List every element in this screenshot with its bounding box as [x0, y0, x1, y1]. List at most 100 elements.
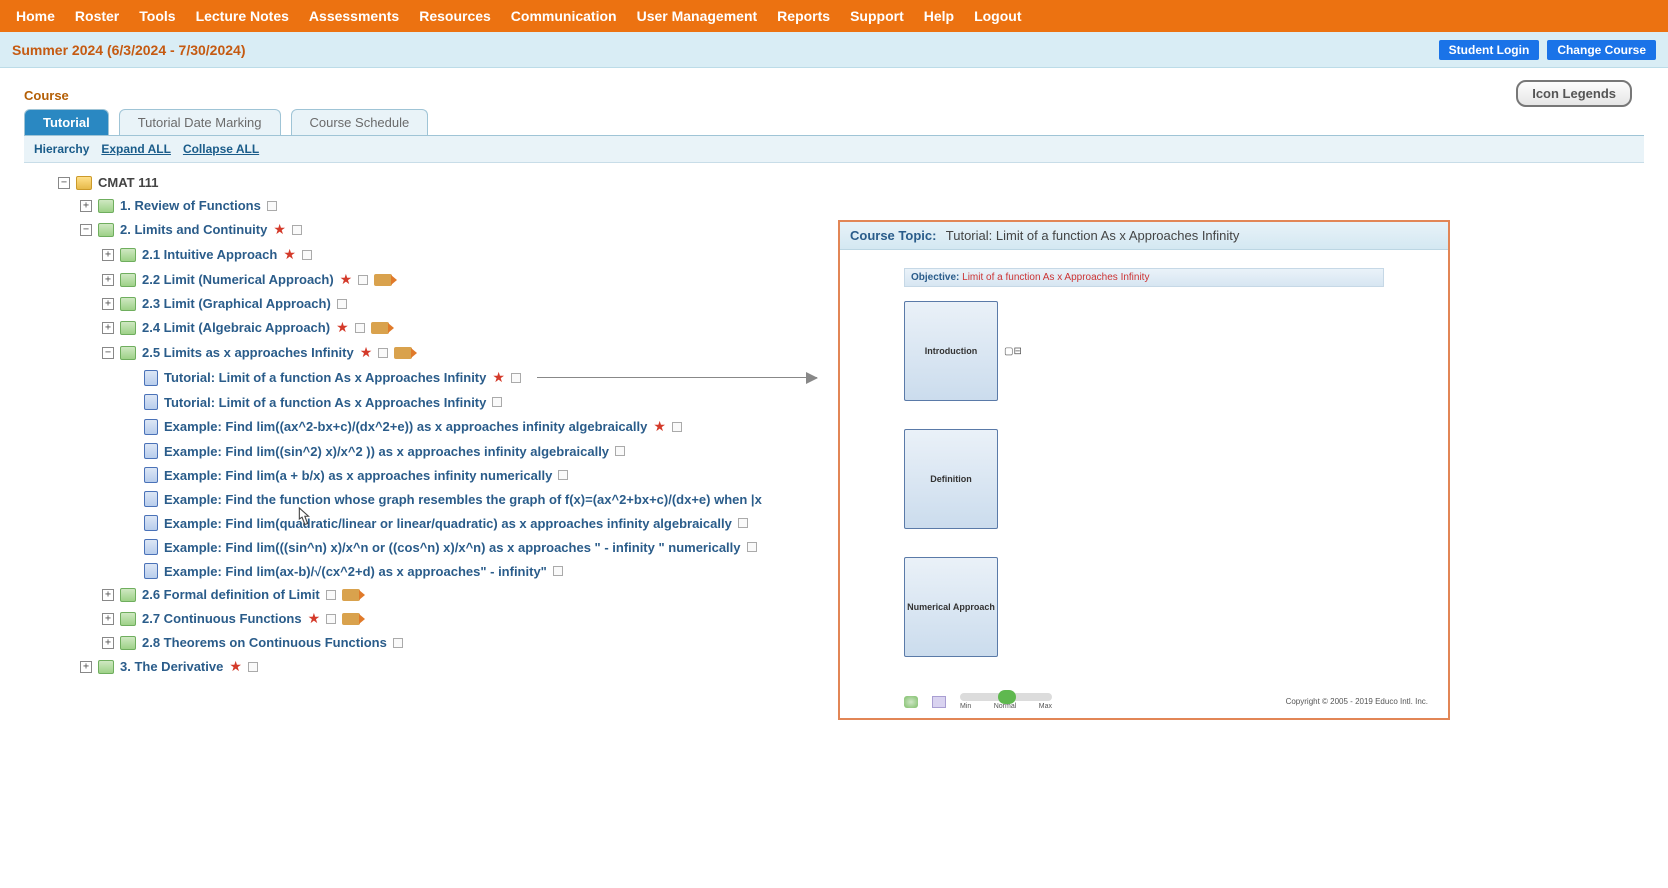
nav-roster[interactable]: Roster	[67, 2, 127, 30]
checkbox-icon[interactable]	[358, 275, 368, 285]
checkbox-icon[interactable]	[267, 201, 277, 211]
tree-node-label[interactable]: 2.4 Limit (Algebraic Approach)	[142, 320, 330, 335]
expand-icon[interactable]: +	[102, 298, 114, 310]
panel-footer: Min Normal Max Copyright © 2005 - 2019 E…	[904, 693, 1428, 710]
star-icon: ★	[360, 344, 373, 361]
collapse-icon[interactable]: −	[80, 224, 92, 236]
student-login-button[interactable]: Student Login	[1439, 40, 1540, 60]
font-size-slider[interactable]: Min Normal Max	[960, 693, 1052, 710]
star-icon: ★	[653, 418, 666, 435]
document-icon	[144, 491, 158, 507]
print-icon[interactable]	[904, 696, 918, 708]
video-icon[interactable]	[342, 589, 360, 601]
tabs: Tutorial Tutorial Date Marking Course Sc…	[24, 109, 1644, 136]
tree-doc-label[interactable]: Example: Find lim(a + b/x) as x approach…	[164, 468, 552, 483]
folder-icon	[98, 660, 114, 674]
nav-reports[interactable]: Reports	[769, 2, 838, 30]
tree-node-label[interactable]: 2.7 Continuous Functions	[142, 611, 302, 626]
top-nav: Home Roster Tools Lecture Notes Assessme…	[0, 0, 1668, 32]
expand-icon[interactable]: +	[102, 589, 114, 601]
tree-node-label[interactable]: 2.1 Intuitive Approach	[142, 247, 277, 262]
video-icon[interactable]	[394, 347, 412, 359]
tree-doc-label[interactable]: Tutorial: Limit of a function As x Appro…	[164, 395, 486, 410]
tree-doc-label[interactable]: Tutorial: Limit of a function As x Appro…	[164, 370, 486, 385]
checkbox-icon[interactable]	[248, 662, 258, 672]
change-course-button[interactable]: Change Course	[1547, 40, 1656, 60]
tree-node-label[interactable]: 2.5 Limits as x approaches Infinity	[142, 345, 354, 360]
nav-communication[interactable]: Communication	[503, 2, 625, 30]
expand-icon[interactable]: +	[80, 661, 92, 673]
tree-doc-label[interactable]: Example: Find lim(quadratic/linear or li…	[164, 516, 732, 531]
checkbox-icon[interactable]	[511, 373, 521, 383]
expand-icon[interactable]: +	[80, 200, 92, 212]
tree-doc-label[interactable]: Example: Find lim(ax-b)/√(cx^2+d) as x a…	[164, 564, 547, 579]
expand-all-link[interactable]: Expand ALL	[101, 142, 171, 156]
tree-doc-label[interactable]: Example: Find lim((ax^2-bx+c)/(dx^2+e)) …	[164, 419, 647, 434]
tree-node-label[interactable]: 2.8 Theorems on Continuous Functions	[142, 635, 387, 650]
expand-icon[interactable]: +	[102, 322, 114, 334]
nav-user-management[interactable]: User Management	[629, 2, 766, 30]
checkbox-icon[interactable]	[337, 299, 347, 309]
checkbox-icon[interactable]	[672, 422, 682, 432]
checkbox-icon[interactable]	[747, 542, 757, 552]
tree-doc-label[interactable]: Example: Find lim((sin^2) x)/x^2 )) as x…	[164, 444, 609, 459]
content-area: Icon Legends Course Tutorial Tutorial Da…	[0, 68, 1668, 719]
checkbox-icon[interactable]	[355, 323, 365, 333]
tree-doc-label[interactable]: Example: Find the function whose graph r…	[164, 492, 762, 507]
folder-icon	[98, 199, 114, 213]
checkbox-icon[interactable]	[292, 225, 302, 235]
hierarchy-label: Hierarchy	[34, 142, 89, 156]
checkbox-icon[interactable]	[326, 614, 336, 624]
nav-help[interactable]: Help	[916, 2, 962, 30]
checkbox-icon[interactable]	[553, 566, 563, 576]
tree-node-label[interactable]: 3. The Derivative	[120, 659, 223, 674]
icon-legends-button[interactable]: Icon Legends	[1516, 80, 1632, 107]
nav-logout[interactable]: Logout	[966, 2, 1029, 30]
nav-tools[interactable]: Tools	[131, 2, 183, 30]
tile-numerical-approach[interactable]: Numerical Approach	[904, 557, 998, 657]
tab-course-schedule[interactable]: Course Schedule	[291, 109, 429, 135]
checkbox-icon[interactable]	[558, 470, 568, 480]
video-icon[interactable]	[374, 274, 392, 286]
tree-node-label[interactable]: 2. Limits and Continuity	[120, 222, 267, 237]
expand-icon[interactable]: +	[102, 274, 114, 286]
video-icon[interactable]	[371, 322, 389, 334]
tile-introduction[interactable]: Introduction	[904, 301, 998, 401]
checkbox-icon[interactable]	[492, 397, 502, 407]
tree-node-label[interactable]: 1. Review of Functions	[120, 198, 261, 213]
expand-icon[interactable]: +	[102, 249, 114, 261]
tree-node-label[interactable]: 2.6 Formal definition of Limit	[142, 587, 320, 602]
tab-tutorial[interactable]: Tutorial	[24, 109, 109, 135]
nav-assessments[interactable]: Assessments	[301, 2, 407, 30]
tile-definition[interactable]: Definition	[904, 429, 998, 529]
edit-icon[interactable]	[932, 696, 946, 708]
tree-node-label[interactable]: 2.2 Limit (Numerical Approach)	[142, 272, 334, 287]
tree-node-label[interactable]: 2.3 Limit (Graphical Approach)	[142, 296, 331, 311]
video-clip-icon[interactable]: ▢⊟	[1004, 346, 1022, 357]
expand-icon[interactable]: +	[102, 637, 114, 649]
nav-support[interactable]: Support	[842, 2, 912, 30]
nav-resources[interactable]: Resources	[411, 2, 499, 30]
collapse-icon[interactable]: −	[102, 347, 114, 359]
checkbox-icon[interactable]	[378, 348, 388, 358]
checkbox-icon[interactable]	[738, 518, 748, 528]
cursor-pointer-icon	[292, 506, 314, 532]
folder-root-icon	[76, 176, 92, 190]
tile-list: Introduction ▢⊟ Definition Numerical App…	[840, 301, 1448, 657]
nav-home[interactable]: Home	[8, 2, 63, 30]
nav-lecture-notes[interactable]: Lecture Notes	[188, 2, 297, 30]
tree-root-label[interactable]: CMAT 111	[98, 175, 158, 190]
tab-date-marking[interactable]: Tutorial Date Marking	[119, 109, 281, 135]
checkbox-icon[interactable]	[393, 638, 403, 648]
expand-icon[interactable]: +	[102, 613, 114, 625]
checkbox-icon[interactable]	[302, 250, 312, 260]
collapse-all-link[interactable]: Collapse ALL	[183, 142, 259, 156]
video-icon[interactable]	[342, 613, 360, 625]
checkbox-icon[interactable]	[326, 590, 336, 600]
collapse-icon[interactable]: −	[58, 177, 70, 189]
star-icon: ★	[308, 610, 321, 627]
checkbox-icon[interactable]	[615, 446, 625, 456]
folder-icon	[120, 636, 136, 650]
tree-doc-label[interactable]: Example: Find lim(((sin^n) x)/x^n or ((c…	[164, 540, 741, 555]
panel-title-label: Course Topic:	[850, 228, 936, 243]
